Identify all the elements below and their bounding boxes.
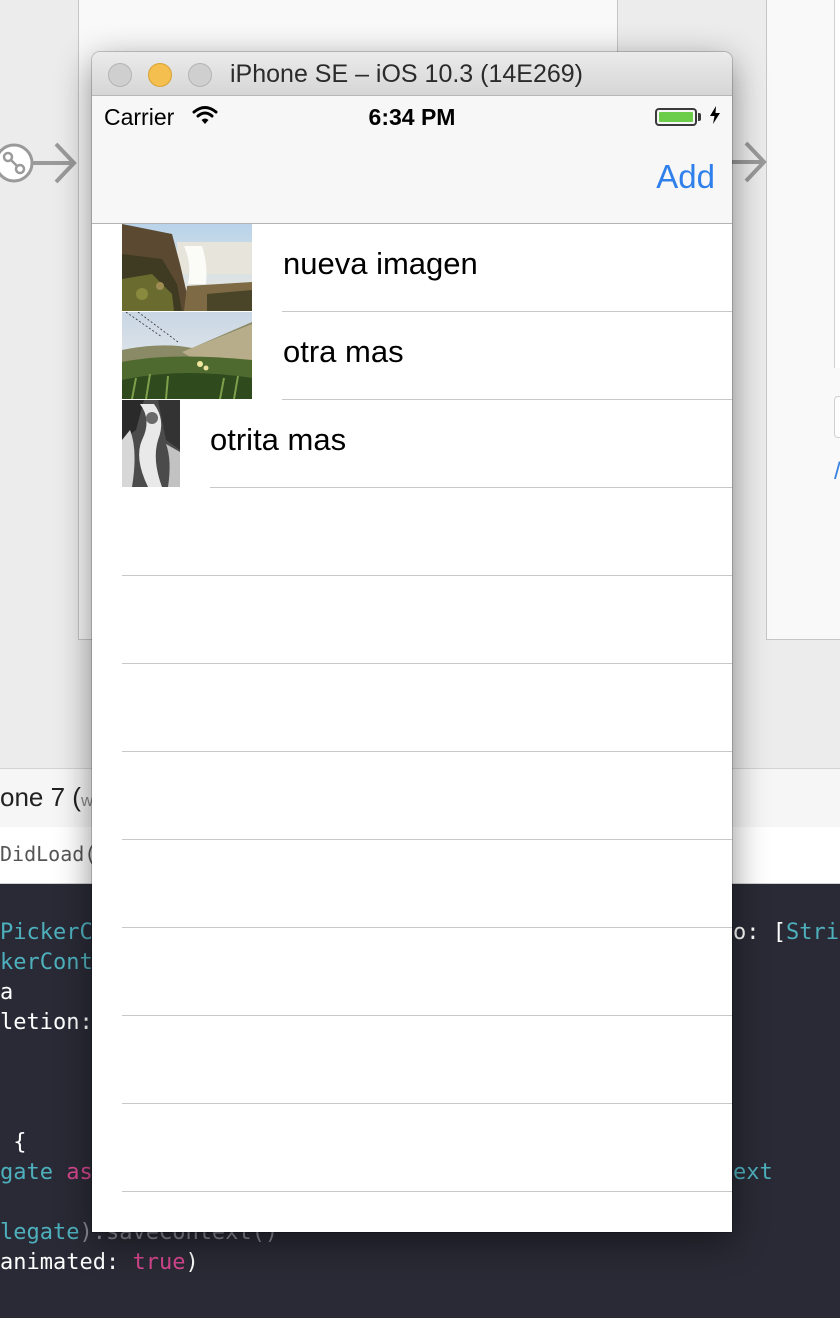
empty-row (92, 752, 732, 840)
window-close-button[interactable] (108, 63, 132, 87)
window-titlebar[interactable]: iPhone SE – iOS 10.3 (14E269) (92, 52, 732, 96)
status-time: 6:34 PM (368, 104, 456, 130)
simulator-window: iPhone SE – iOS 10.3 (14E269) Carrier 6:… (92, 52, 732, 1232)
window-title: iPhone SE – iOS 10.3 (14E269) (230, 60, 584, 88)
stream-thumbnail (122, 400, 180, 487)
storyboard-scene-right (766, 0, 840, 640)
table-view[interactable]: nueva imagen otra mas otrita mas (92, 224, 732, 1232)
empty-row (92, 488, 732, 576)
row-title: otrita mas (210, 422, 347, 457)
empty-row (92, 928, 732, 1016)
empty-row (92, 664, 732, 752)
row-separator (122, 1191, 732, 1192)
code-line: PickerC (0, 920, 93, 945)
coastal-plants-thumbnail (122, 312, 252, 399)
storyboard-scene-far-right (834, 0, 840, 368)
empty-row (92, 840, 732, 928)
code-line: { (0, 1130, 27, 1155)
window-minimize-button[interactable] (148, 63, 172, 87)
charging-bolt-icon (710, 106, 720, 124)
row-title: nueva imagen (283, 246, 478, 281)
code-line: letion: (0, 1010, 93, 1035)
add-button[interactable]: Add (656, 158, 715, 196)
storyboard-glyph: / (834, 458, 840, 486)
empty-row (92, 576, 732, 664)
row-title: otra mas (283, 334, 404, 369)
code-line: o: [Stri (733, 920, 839, 945)
window-zoom-button[interactable] (188, 63, 212, 87)
status-bar: Carrier 6:34 PM (92, 96, 732, 136)
navigation-bar: Add (92, 136, 732, 224)
code-line: kerCont (0, 950, 93, 975)
waterfall-thumbnail (122, 224, 252, 311)
battery-icon (655, 108, 701, 126)
empty-row (92, 1104, 732, 1192)
table-row[interactable]: otrita mas (92, 400, 732, 488)
table-row[interactable]: nueva imagen (92, 224, 732, 312)
code-line: animated: true) (0, 1250, 199, 1275)
code-line: a (0, 980, 14, 1005)
code-line: ext (733, 1160, 773, 1185)
empty-row (92, 1016, 732, 1104)
table-row[interactable]: otra mas (92, 312, 732, 400)
storyboard-control (834, 396, 840, 438)
code-line: gate as (0, 1160, 93, 1185)
segue-arrow-icon (0, 142, 77, 184)
segue-arrow-icon (726, 141, 767, 183)
device-config-label[interactable]: one 7 (w (0, 782, 93, 813)
